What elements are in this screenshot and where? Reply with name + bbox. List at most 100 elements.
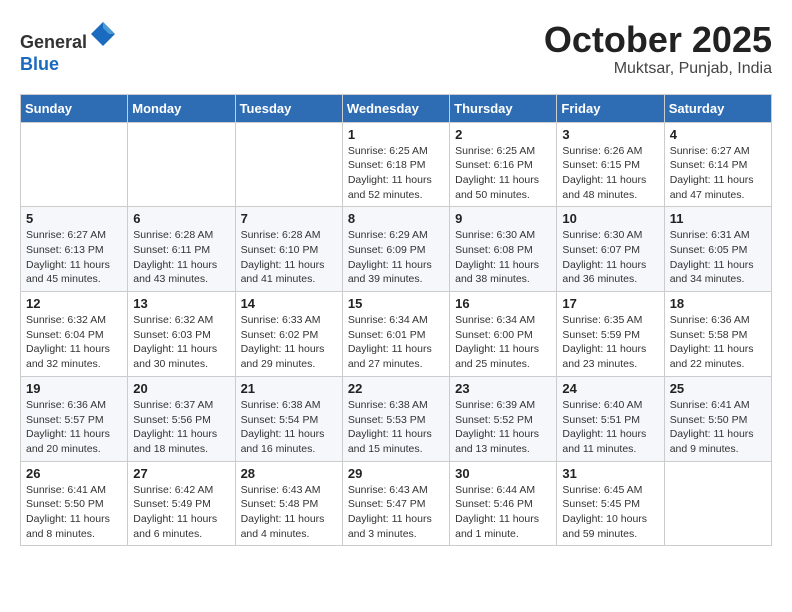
day-number: 6: [133, 211, 229, 226]
day-number: 19: [26, 381, 122, 396]
day-info: Sunrise: 6:34 AM Sunset: 6:01 PM Dayligh…: [348, 313, 444, 372]
day-info: Sunrise: 6:27 AM Sunset: 6:14 PM Dayligh…: [670, 144, 766, 203]
title-block: October 2025 Muktsar, Punjab, India: [544, 20, 772, 78]
logo-icon: [89, 20, 117, 48]
day-info: Sunrise: 6:32 AM Sunset: 6:04 PM Dayligh…: [26, 313, 122, 372]
day-number: 18: [670, 296, 766, 311]
day-info: Sunrise: 6:37 AM Sunset: 5:56 PM Dayligh…: [133, 398, 229, 457]
calendar-cell: 27 Sunrise: 6:42 AM Sunset: 5:49 PM Dayli…: [128, 461, 235, 546]
weekday-header-tuesday: Tuesday: [235, 94, 342, 122]
day-number: 24: [562, 381, 658, 396]
day-number: 23: [455, 381, 551, 396]
logo-blue: Blue: [20, 54, 59, 74]
calendar-cell: 15 Sunrise: 6:34 AM Sunset: 6:01 PM Dayli…: [342, 292, 449, 377]
day-info: Sunrise: 6:30 AM Sunset: 6:07 PM Dayligh…: [562, 228, 658, 287]
day-info: Sunrise: 6:31 AM Sunset: 6:05 PM Dayligh…: [670, 228, 766, 287]
day-number: 7: [241, 211, 337, 226]
calendar-cell: 2 Sunrise: 6:25 AM Sunset: 6:16 PM Daylig…: [450, 122, 557, 207]
month-title: October 2025: [544, 20, 772, 60]
day-info: Sunrise: 6:35 AM Sunset: 5:59 PM Dayligh…: [562, 313, 658, 372]
weekday-header-thursday: Thursday: [450, 94, 557, 122]
day-number: 3: [562, 127, 658, 142]
calendar-cell: 18 Sunrise: 6:36 AM Sunset: 5:58 PM Dayli…: [664, 292, 771, 377]
calendar-cell: 26 Sunrise: 6:41 AM Sunset: 5:50 PM Dayli…: [21, 461, 128, 546]
calendar-cell: 4Sunrise: 6:27 AM Sunset: 6:14 PM Daylig…: [664, 122, 771, 207]
day-number: 30: [455, 466, 551, 481]
day-info: Sunrise: 6:42 AM Sunset: 5:49 PM Dayligh…: [133, 483, 229, 542]
day-number: 25: [670, 381, 766, 396]
week-row-3: 12Sunrise: 6:32 AM Sunset: 6:04 PM Dayli…: [21, 292, 772, 377]
calendar-cell: [235, 122, 342, 207]
calendar-cell: 3 Sunrise: 6:26 AM Sunset: 6:15 PM Daylig…: [557, 122, 664, 207]
day-info: Sunrise: 6:28 AM Sunset: 6:11 PM Dayligh…: [133, 228, 229, 287]
calendar-cell: 20 Sunrise: 6:37 AM Sunset: 5:56 PM Dayli…: [128, 376, 235, 461]
day-info: Sunrise: 6:29 AM Sunset: 6:09 PM Dayligh…: [348, 228, 444, 287]
calendar-cell: 13 Sunrise: 6:32 AM Sunset: 6:03 PM Dayli…: [128, 292, 235, 377]
day-number: 22: [348, 381, 444, 396]
day-number: 29: [348, 466, 444, 481]
day-info: Sunrise: 6:33 AM Sunset: 6:02 PM Dayligh…: [241, 313, 337, 372]
day-info: Sunrise: 6:40 AM Sunset: 5:51 PM Dayligh…: [562, 398, 658, 457]
calendar-table: SundayMondayTuesdayWednesdayThursdayFrid…: [20, 94, 772, 547]
day-number: 31: [562, 466, 658, 481]
calendar-cell: 21Sunrise: 6:38 AM Sunset: 5:54 PM Dayli…: [235, 376, 342, 461]
weekday-header-monday: Monday: [128, 94, 235, 122]
day-number: 17: [562, 296, 658, 311]
calendar-cell: 30 Sunrise: 6:44 AM Sunset: 5:46 PM Dayli…: [450, 461, 557, 546]
day-number: 27: [133, 466, 229, 481]
calendar-cell: 23 Sunrise: 6:39 AM Sunset: 5:52 PM Dayli…: [450, 376, 557, 461]
day-number: 26: [26, 466, 122, 481]
weekday-header-sunday: Sunday: [21, 94, 128, 122]
day-number: 20: [133, 381, 229, 396]
day-info: Sunrise: 6:36 AM Sunset: 5:58 PM Dayligh…: [670, 313, 766, 372]
calendar-cell: 19 Sunrise: 6:36 AM Sunset: 5:57 PM Dayli…: [21, 376, 128, 461]
day-info: Sunrise: 6:38 AM Sunset: 5:54 PM Dayligh…: [241, 398, 337, 457]
day-info: Sunrise: 6:44 AM Sunset: 5:46 PM Dayligh…: [455, 483, 551, 542]
weekday-header-friday: Friday: [557, 94, 664, 122]
day-info: Sunrise: 6:38 AM Sunset: 5:53 PM Dayligh…: [348, 398, 444, 457]
day-info: Sunrise: 6:45 AM Sunset: 5:45 PM Dayligh…: [562, 483, 658, 542]
day-info: Sunrise: 6:32 AM Sunset: 6:03 PM Dayligh…: [133, 313, 229, 372]
day-info: Sunrise: 6:39 AM Sunset: 5:52 PM Dayligh…: [455, 398, 551, 457]
week-row-5: 26 Sunrise: 6:41 AM Sunset: 5:50 PM Dayli…: [21, 461, 772, 546]
week-row-1: 1Sunrise: 6:25 AM Sunset: 6:18 PM Daylig…: [21, 122, 772, 207]
day-number: 9: [455, 211, 551, 226]
day-info: Sunrise: 6:36 AM Sunset: 5:57 PM Dayligh…: [26, 398, 122, 457]
weekday-header-saturday: Saturday: [664, 94, 771, 122]
day-info: Sunrise: 6:26 AM Sunset: 6:15 PM Dayligh…: [562, 144, 658, 203]
calendar-cell: 11Sunrise: 6:31 AM Sunset: 6:05 PM Dayli…: [664, 207, 771, 292]
day-info: Sunrise: 6:43 AM Sunset: 5:48 PM Dayligh…: [241, 483, 337, 542]
day-info: Sunrise: 6:34 AM Sunset: 6:00 PM Dayligh…: [455, 313, 551, 372]
calendar-cell: 31 Sunrise: 6:45 AM Sunset: 5:45 PM Dayli…: [557, 461, 664, 546]
calendar-cell: 17 Sunrise: 6:35 AM Sunset: 5:59 PM Dayli…: [557, 292, 664, 377]
calendar-cell: 29 Sunrise: 6:43 AM Sunset: 5:47 PM Dayli…: [342, 461, 449, 546]
day-info: Sunrise: 6:41 AM Sunset: 5:50 PM Dayligh…: [670, 398, 766, 457]
calendar-cell: 16Sunrise: 6:34 AM Sunset: 6:00 PM Dayli…: [450, 292, 557, 377]
day-number: 1: [348, 127, 444, 142]
day-number: 10: [562, 211, 658, 226]
calendar-cell: 1Sunrise: 6:25 AM Sunset: 6:18 PM Daylig…: [342, 122, 449, 207]
location: Muktsar, Punjab, India: [544, 60, 772, 78]
page-header: General Blue October 2025 Muktsar, Punja…: [20, 20, 772, 78]
calendar-cell: 28Sunrise: 6:43 AM Sunset: 5:48 PM Dayli…: [235, 461, 342, 546]
day-number: 2: [455, 127, 551, 142]
calendar-cell: 9Sunrise: 6:30 AM Sunset: 6:08 PM Daylig…: [450, 207, 557, 292]
weekday-header-wednesday: Wednesday: [342, 94, 449, 122]
calendar-cell: 7 Sunrise: 6:28 AM Sunset: 6:10 PM Daylig…: [235, 207, 342, 292]
calendar-cell: 25 Sunrise: 6:41 AM Sunset: 5:50 PM Dayli…: [664, 376, 771, 461]
day-info: Sunrise: 6:41 AM Sunset: 5:50 PM Dayligh…: [26, 483, 122, 542]
calendar-cell: 14 Sunrise: 6:33 AM Sunset: 6:02 PM Dayli…: [235, 292, 342, 377]
day-number: 8: [348, 211, 444, 226]
day-number: 13: [133, 296, 229, 311]
calendar-cell: 5Sunrise: 6:27 AM Sunset: 6:13 PM Daylig…: [21, 207, 128, 292]
week-row-4: 19 Sunrise: 6:36 AM Sunset: 5:57 PM Dayli…: [21, 376, 772, 461]
day-info: Sunrise: 6:28 AM Sunset: 6:10 PM Dayligh…: [241, 228, 337, 287]
weekday-header-row: SundayMondayTuesdayWednesdayThursdayFrid…: [21, 94, 772, 122]
day-info: Sunrise: 6:43 AM Sunset: 5:47 PM Dayligh…: [348, 483, 444, 542]
day-number: 15: [348, 296, 444, 311]
day-number: 14: [241, 296, 337, 311]
day-info: Sunrise: 6:25 AM Sunset: 6:16 PM Dayligh…: [455, 144, 551, 203]
calendar-cell: 12Sunrise: 6:32 AM Sunset: 6:04 PM Dayli…: [21, 292, 128, 377]
calendar-cell: 6 Sunrise: 6:28 AM Sunset: 6:11 PM Daylig…: [128, 207, 235, 292]
day-info: Sunrise: 6:27 AM Sunset: 6:13 PM Dayligh…: [26, 228, 122, 287]
